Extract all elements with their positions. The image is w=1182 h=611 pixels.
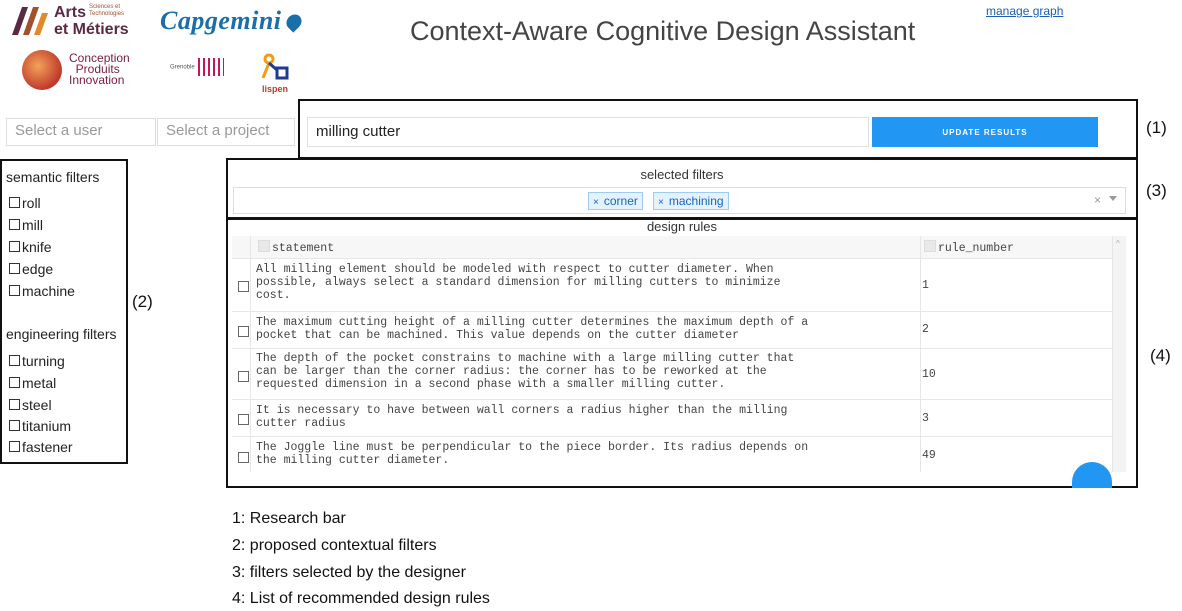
sort-icon[interactable] [258,240,270,252]
row-checkbox[interactable] [238,281,249,292]
legend-item-3: 3: filters selected by the designer [232,564,466,581]
engineering-filter-turning[interactable]: turning [9,353,65,369]
checkbox-icon[interactable] [9,377,20,388]
remove-chip-icon[interactable]: × [658,197,664,208]
sort-icon[interactable] [924,240,936,252]
update-results-button[interactable]: UPDATE RESULTS [872,117,1098,147]
cpi-emblem-icon [22,50,62,90]
column-header-statement[interactable]: statement [258,240,334,255]
rule-number: 49 [922,449,936,462]
checkbox-icon[interactable] [9,420,20,431]
clear-filters-icon[interactable]: × [1094,193,1101,207]
engineering-filter-metal[interactable]: metal [9,375,56,391]
rule-statement: All milling element should be modeled wi… [256,263,781,302]
rule-number: 2 [922,323,929,336]
engineering-filters-title: engineering filters [6,326,117,342]
page-title: Context-Aware Cognitive Design Assistant [410,16,916,46]
search-input[interactable]: milling cutter [307,117,869,147]
row-checkbox[interactable] [238,452,249,463]
semantic-filter-mill[interactable]: mill [9,217,43,233]
column-divider [250,236,251,472]
semantic-filter-edge[interactable]: edge [9,261,53,277]
table-row[interactable]: The maximum cutting height of a milling … [232,312,1112,349]
grenoble-inp-logo: Grenoble [170,58,224,76]
cpi-logo: Conception Produits Innovation [22,50,142,92]
rule-number: 1 [922,279,929,292]
engineering-filter-steel[interactable]: steel [9,397,52,413]
checkbox-icon[interactable] [9,197,20,208]
column-divider [920,236,921,472]
remove-chip-icon[interactable]: × [593,197,599,208]
lispen-logo: lispen [255,52,295,94]
semantic-filter-machine[interactable]: machine [9,283,75,299]
rule-statement: The Joggle line must be perpendicular to… [256,441,809,467]
engineering-filter-titanium[interactable]: titanium [9,418,71,434]
rule-statement: The maximum cutting height of a milling … [256,316,809,342]
legend-item-1: 1: Research bar [232,510,346,527]
capgemini-logo: Capgemini [160,6,305,36]
selected-filters-title: selected filters [640,167,724,182]
table-row[interactable]: It is necessary to have between wall cor… [232,400,1112,437]
table-row[interactable]: All milling element should be modeled wi… [232,259,1112,312]
design-rules-title: design rules [646,219,718,234]
scroll-up-icon[interactable]: ^ [1116,239,1120,248]
checkbox-icon[interactable] [9,241,20,252]
annotation-2: (2) [132,292,153,311]
checkbox-icon[interactable] [9,219,20,230]
table-row[interactable]: The depth of the pocket constrains to ma… [232,349,1112,400]
lispen-mark-icon [261,53,289,80]
semantic-filter-knife[interactable]: knife [9,239,52,255]
filter-chip-corner[interactable]: × corner [588,192,643,210]
row-checkbox[interactable] [238,371,249,382]
rule-statement: It is necessary to have between wall cor… [256,404,788,430]
design-rules-table: statement rule_number All milling elemen… [232,236,1126,472]
chevron-down-icon[interactable] [1109,196,1117,201]
legend-item-2: 2: proposed contextual filters [232,537,437,554]
rule-number: 3 [922,412,929,425]
row-checkbox[interactable] [238,326,249,337]
user-select[interactable]: Select a user [6,118,156,146]
legend-item-4: 4: List of recommended design rules [232,590,490,607]
annotation-1: (1) [1146,118,1167,137]
checkbox-icon[interactable] [9,285,20,296]
annotation-4: (4) [1150,346,1171,365]
table-header-row: statement rule_number [232,236,1112,259]
semantic-filters-title: semantic filters [6,169,100,185]
table-row[interactable]: The Joggle line must be perpendicular to… [232,437,1112,472]
filter-chip-machining[interactable]: × machining [653,192,729,210]
annotation-3: (3) [1146,181,1167,200]
capgemini-spade-icon [282,11,305,33]
semantic-filter-roll[interactable]: roll [9,195,41,211]
column-header-rule-number[interactable]: rule_number [924,240,1014,255]
row-checkbox[interactable] [238,414,249,425]
table-scrollbar[interactable]: ^ [1112,236,1126,472]
checkbox-icon[interactable] [9,399,20,410]
arts-et-metiers-mark-icon [12,7,48,35]
checkbox-icon[interactable] [9,355,20,366]
rule-statement: The depth of the pocket constrains to ma… [256,352,795,391]
project-select[interactable]: Select a project [157,118,295,146]
checkbox-icon[interactable] [9,263,20,274]
rule-number: 10 [922,368,936,381]
grenoble-bars-icon [197,58,224,76]
manage-graph-link[interactable]: manage graph [986,4,1063,18]
arts-et-metiers-logo: Arts Sciences et Technologies et Métiers [12,4,147,38]
checkbox-icon[interactable] [9,441,20,452]
engineering-filter-fastener[interactable]: fastener [9,439,73,455]
